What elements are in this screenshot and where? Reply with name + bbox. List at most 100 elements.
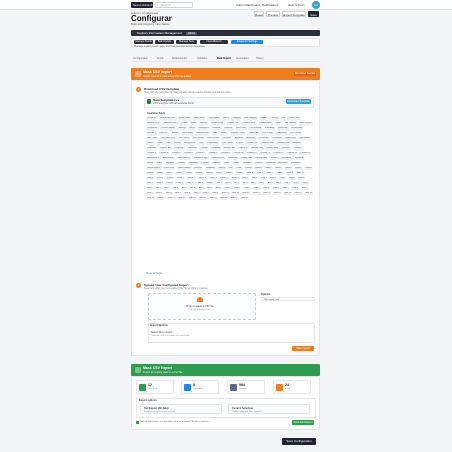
field-chip[interactable]: Attr 5 xyxy=(189,186,197,191)
field-chip[interactable]: Date 4 xyxy=(165,181,174,186)
field-chip[interactable]: Item 14 xyxy=(262,191,272,196)
field-chip[interactable]: Field H xyxy=(146,171,155,176)
topbar-link-notifications[interactable]: Notifications xyxy=(262,3,278,7)
import-export-button[interactable]: Import/Export xyxy=(200,40,228,44)
field-chip[interactable]: Item 23 xyxy=(187,196,197,201)
field-chip[interactable]: Sanction Check xyxy=(160,136,177,141)
field-chip[interactable]: Last Review xyxy=(191,136,206,141)
field-chip[interactable]: Item 15 xyxy=(272,191,282,196)
field-chip[interactable]: Metric 5 xyxy=(219,176,229,181)
field-chip[interactable]: Field P xyxy=(225,171,235,176)
field-chip[interactable]: Ref 2 xyxy=(224,181,232,186)
field-chip[interactable]: Ref 4 xyxy=(241,181,249,186)
field-chip[interactable]: Item 5 xyxy=(173,191,182,196)
field-chip[interactable]: Issue Date xyxy=(227,156,239,161)
field-chip[interactable]: Flag 2 xyxy=(250,176,259,181)
field-chip[interactable]: Item 1 xyxy=(300,186,309,191)
field-chip[interactable]: Flag 6 xyxy=(287,176,296,181)
topbar-link-help[interactable]: Help & Docs xyxy=(288,3,305,7)
field-chip[interactable]: Date 1 xyxy=(297,176,306,181)
field-chip[interactable]: Metric 1 xyxy=(175,176,186,181)
field-chip[interactable]: Code 4 xyxy=(205,181,215,186)
field-chip[interactable]: Item 8 xyxy=(201,191,210,196)
field-chip[interactable]: Field O xyxy=(215,171,225,176)
field-chip[interactable]: Unique ID xyxy=(146,117,158,121)
field-chip[interactable]: PEP Status xyxy=(177,136,191,141)
field-chip[interactable]: Prop 6 xyxy=(271,186,280,191)
field-chip[interactable]: Department xyxy=(206,141,220,146)
field-chip[interactable]: Updated At xyxy=(298,136,311,141)
field-chip[interactable]: Feedback xyxy=(204,166,216,171)
field-chip[interactable]: Custom 14 xyxy=(285,151,298,156)
tab-configuration[interactable]: Configuration xyxy=(133,57,148,60)
field-chip[interactable]: Ext 4 xyxy=(275,181,282,186)
field-chip[interactable]: Item 10 xyxy=(220,191,230,196)
field-chip[interactable]: Risk Rating xyxy=(261,131,274,136)
field-chip[interactable]: Item 3 xyxy=(155,191,164,196)
field-chip[interactable]: Owner xyxy=(231,161,241,166)
field-chip[interactable]: Tax ID xyxy=(274,121,283,126)
tab-automation[interactable]: Automation xyxy=(236,57,249,60)
field-chip[interactable]: Field R xyxy=(245,171,255,176)
field-chip[interactable]: Ref 1 xyxy=(215,181,224,186)
field-chip[interactable]: Prop 5 xyxy=(261,186,271,191)
field-chip[interactable]: Survey xyxy=(217,166,226,171)
field-chip[interactable]: Item 22 xyxy=(177,196,187,201)
field-chip[interactable]: Custom 10 xyxy=(232,151,245,156)
field-chip[interactable]: Ext 2 xyxy=(258,181,266,186)
field-chip[interactable]: Flag 3 xyxy=(259,176,268,181)
field-chip[interactable]: Fiscal Year xyxy=(234,126,248,131)
field-chip[interactable]: Contract No. xyxy=(245,141,259,146)
field-chip[interactable]: Expiry Date xyxy=(240,156,254,161)
field-chip[interactable]: Cost Center xyxy=(220,141,234,146)
field-chip[interactable]: Attr 8 xyxy=(214,186,222,191)
field-chip[interactable]: Compliance xyxy=(275,131,289,136)
show-all-fields-link[interactable]: Show all fields xyxy=(146,272,162,275)
field-chip[interactable]: Custom 3 xyxy=(146,151,157,156)
field-chip[interactable]: Attachment 2 xyxy=(161,156,176,161)
field-chip[interactable]: Parent Entity xyxy=(248,126,263,131)
field-chip[interactable]: Created At xyxy=(270,136,283,141)
field-chip[interactable]: KYC Status xyxy=(289,131,303,136)
field-chip[interactable]: Custom 5 xyxy=(170,151,182,156)
field-chip[interactable]: Bank Name xyxy=(180,131,194,136)
field-chip[interactable]: Field V xyxy=(285,171,295,176)
field-chip[interactable]: License No. xyxy=(146,126,159,131)
save-configuration-button[interactable]: Save Configuration xyxy=(282,438,316,445)
preview-button[interactable]: Preview xyxy=(266,11,280,17)
field-chip[interactable]: Close Date xyxy=(162,166,176,171)
field-chip[interactable]: Field Q xyxy=(235,171,245,176)
field-chip[interactable]: Industry xyxy=(177,126,187,131)
field-chip[interactable]: Ownership xyxy=(276,126,289,131)
field-chip[interactable]: Registration Date xyxy=(158,117,177,121)
field-chip[interactable]: Metric 2 xyxy=(186,176,197,181)
field-chip[interactable]: Team xyxy=(197,141,205,146)
field-chip[interactable]: Field G xyxy=(304,166,314,171)
field-chip[interactable]: Verified At xyxy=(293,156,305,161)
field-chip[interactable]: Field Z xyxy=(165,176,175,181)
field-chip[interactable]: Notes xyxy=(156,141,164,146)
field-chip[interactable]: Renewal xyxy=(291,141,302,146)
download-template-button[interactable]: Download Template xyxy=(286,99,311,104)
field-chip[interactable]: City xyxy=(280,117,286,121)
import-option-select[interactable]: Skip invalid rows xyxy=(261,297,315,301)
field-chip[interactable]: IBAN xyxy=(211,131,219,136)
field-chip[interactable]: Ext 1 xyxy=(250,181,258,186)
save-header-button[interactable]: Save xyxy=(308,11,319,17)
field-chip[interactable]: Field A xyxy=(244,166,253,171)
field-chip[interactable]: Item 2 xyxy=(146,191,154,196)
field-chip[interactable]: Custom 15 xyxy=(299,151,312,156)
manage-sets-button[interactable]: Manage Sets xyxy=(176,40,197,44)
field-chip[interactable]: Custom 2 xyxy=(292,146,304,151)
field-chip[interactable]: Item 11 xyxy=(231,191,240,196)
field-chip[interactable]: Campaign xyxy=(187,161,200,166)
field-chip[interactable]: Created By xyxy=(257,136,270,141)
field-chip[interactable]: Attachment 1 xyxy=(146,156,161,161)
field-chip[interactable]: Item 27 xyxy=(229,196,239,201)
field-chip[interactable]: Contact Phone xyxy=(240,121,257,126)
search-input[interactable]: ⌕ Search xyxy=(155,2,193,8)
field-chip[interactable]: Score xyxy=(155,161,164,166)
field-chip[interactable]: Document Type xyxy=(192,156,210,161)
field-chip[interactable]: Contract End xyxy=(276,141,291,146)
field-chip[interactable]: NPS xyxy=(227,166,234,171)
